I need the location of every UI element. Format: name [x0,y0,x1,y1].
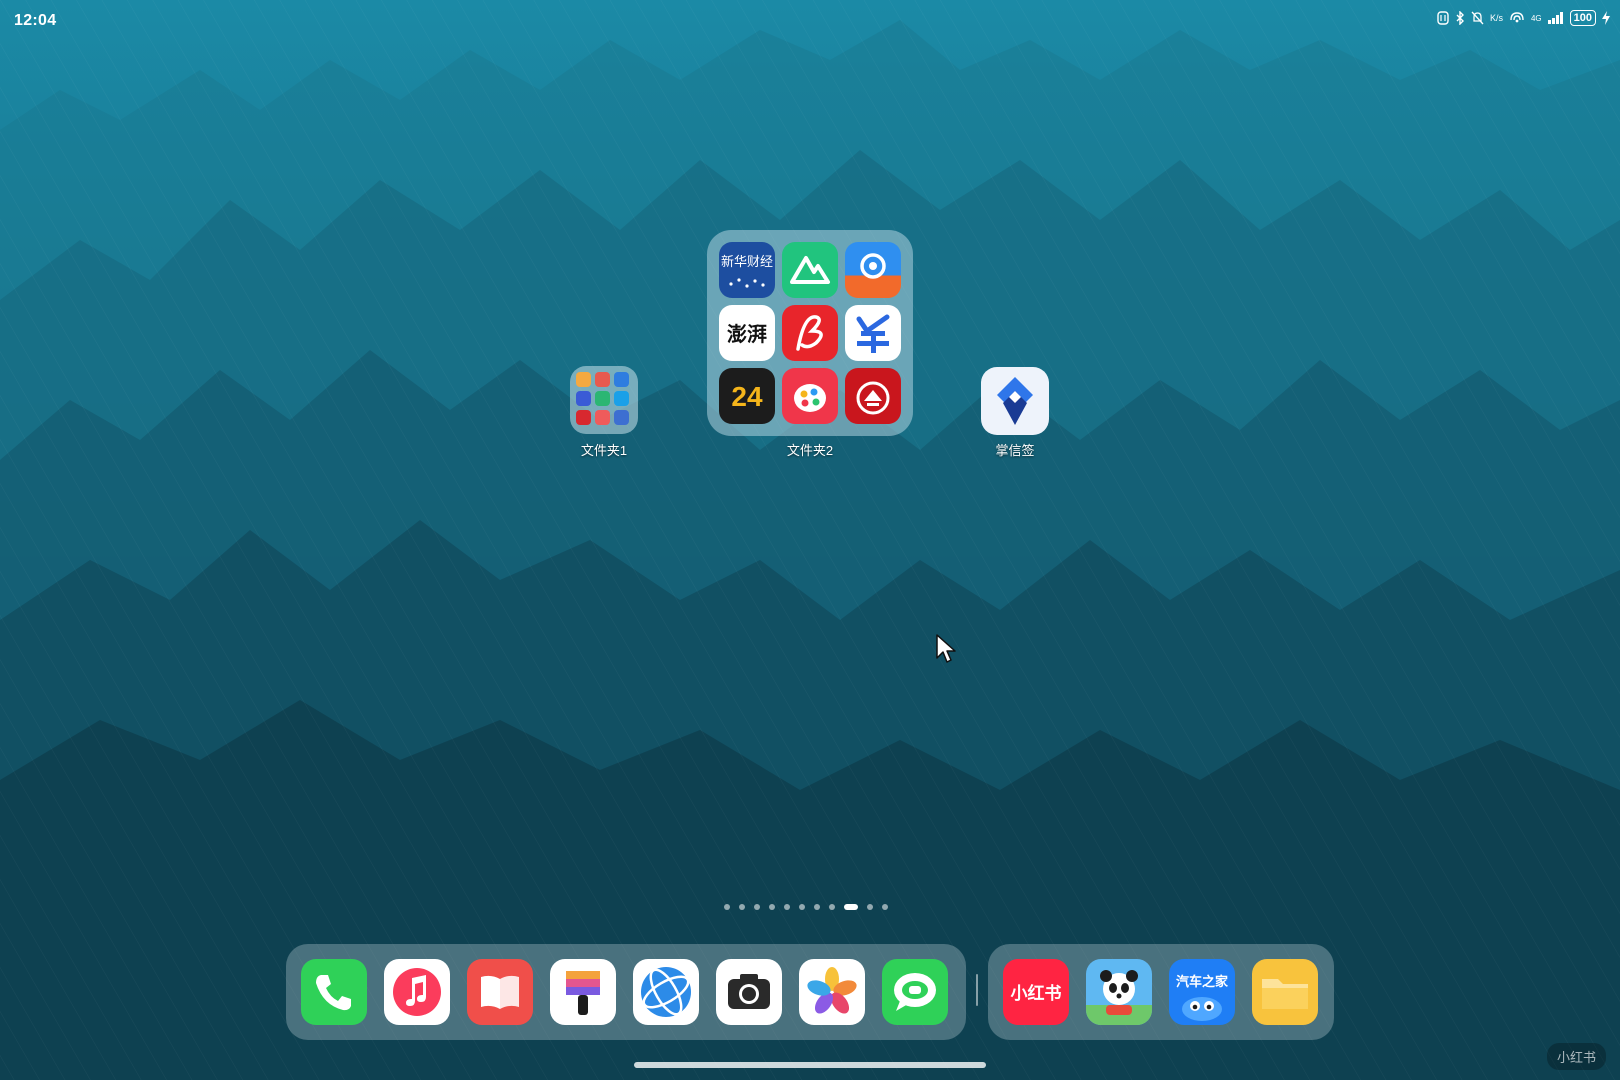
xinhua-finance-icon[interactable]: 新华财经 [719,242,775,298]
folder-1-label: 文件夹1 [580,443,628,458]
page-dot[interactable] [799,904,805,910]
folder-1-mini-app-icon [576,372,591,387]
mouse-pointer-icon [936,634,956,663]
dock-separator [976,974,978,1006]
page-dot[interactable] [739,904,745,910]
status-bar: 12:04 K/s 4G 100 [0,0,1620,40]
zhangxinqian-label: 掌信签 [995,443,1035,458]
folder-1-mini-app-icon [576,391,591,406]
xiaohongshu-icon[interactable]: 小红书 [1003,959,1069,1025]
page-indicator[interactable] [724,904,888,910]
wallpaper [0,0,1620,1080]
page-dot[interactable] [814,904,820,910]
books-icon[interactable] [467,959,533,1025]
folder-2[interactable]: 新华财经 澎湃 24 [707,230,913,436]
thepaper-text: 澎湃 [727,322,767,346]
folder-2-label: 文件夹2 [786,443,834,458]
folder-1-mini-app-icon [614,391,629,406]
thepaper-icon[interactable]: 澎湃 [719,305,775,361]
page-dot[interactable] [754,904,760,910]
swirl-app-icon[interactable] [845,242,901,298]
browser-icon[interactable] [633,959,699,1025]
folder-1-mini-app-icon [595,410,610,425]
red-emblem-icon[interactable] [845,368,901,424]
red-signature-icon[interactable] [782,305,838,361]
charging-icon [1602,11,1610,25]
page-dot-active[interactable] [844,904,858,910]
folder-1-mini-app-icon [576,410,591,425]
network-type-label: 4G [1530,13,1542,23]
signal-icon [1547,12,1564,24]
nfc-icon [1437,11,1449,25]
app-24-text: 24 [731,381,763,412]
battery-indicator: 100 [1569,10,1596,26]
mute-bell-icon [1471,11,1484,25]
xiaohongshu-text: 小红书 [1011,983,1062,1004]
themes-icon[interactable] [550,959,616,1025]
watermark-text: 小红书 [1546,1043,1606,1070]
page-dot[interactable] [867,904,873,910]
folder-1-preview-grid [576,372,632,425]
folder-1-mini-app-icon [614,410,629,425]
keep-mountain-icon[interactable] [782,242,838,298]
page-dot[interactable] [882,904,888,910]
music-icon[interactable] [384,959,450,1025]
app-24-icon[interactable]: 24 [719,368,775,424]
photos-icon[interactable] [799,959,865,1025]
xinhua-finance-text: 新华财经 [721,254,773,270]
zhangxinqian-icon[interactable] [981,367,1049,435]
blue-checkmark-app-icon[interactable] [845,305,901,361]
messages-icon[interactable] [882,959,948,1025]
autohome-icon[interactable]: 汽车之家 [1169,959,1235,1025]
clock: 12:04 [14,12,57,29]
home-indicator-bar[interactable] [634,1062,986,1068]
paint-palette-icon[interactable] [782,368,838,424]
page-dot[interactable] [829,904,835,910]
folder-1-mini-app-icon [595,391,610,406]
dock [286,944,966,1040]
camera-icon[interactable] [716,959,782,1025]
baby-panda-icon[interactable] [1086,959,1152,1025]
net-speed-label: K/s [1489,13,1503,23]
folder-1-mini-app-icon [614,372,629,387]
autohome-text: 汽车之家 [1176,974,1229,990]
page-dot[interactable] [784,904,790,910]
page-dot[interactable] [724,904,730,910]
bluetooth-icon [1455,11,1465,25]
phone-icon[interactable] [301,959,367,1025]
dock-recent-apps: 小红书 汽车之家 [988,944,1334,1040]
status-icons: K/s 4G 100 [1437,10,1610,26]
folder-1[interactable] [570,366,638,434]
page-dot[interactable] [769,904,775,910]
files-icon[interactable] [1252,959,1318,1025]
folder-1-mini-app-icon [595,372,610,387]
hotspot-icon [1509,11,1525,25]
